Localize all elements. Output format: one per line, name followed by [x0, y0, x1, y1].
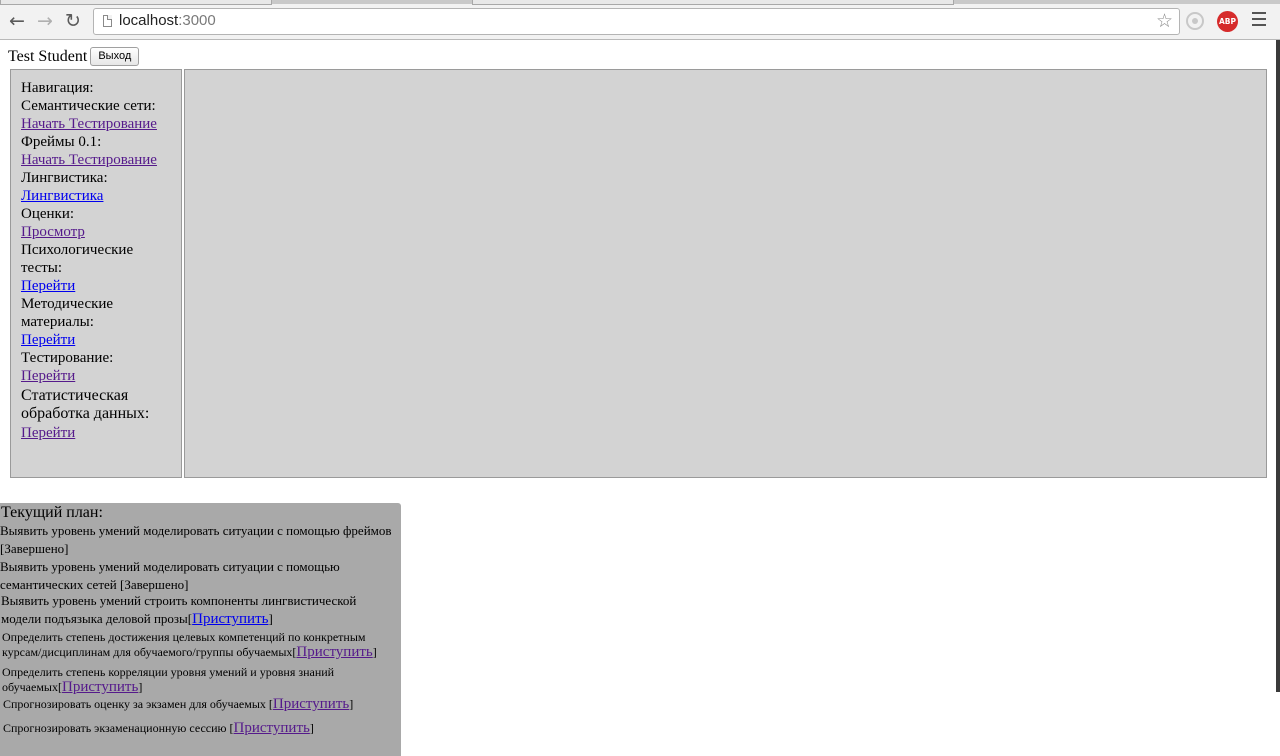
start-button[interactable]: Приступить — [62, 679, 138, 695]
methodical-materials-link[interactable]: Перейти — [21, 331, 171, 349]
logout-button[interactable]: Выход — [90, 47, 140, 66]
nav-section-label: Психологические тесты: — [21, 242, 134, 276]
start-button[interactable]: Приступить — [273, 696, 349, 712]
user-name: Test Student — [8, 47, 88, 65]
nav-section-label: Семантические сети: — [21, 98, 156, 114]
nav-section-label: Лингвистика: — [21, 170, 108, 186]
plan-item: Определить степень корреляции уровня уме… — [2, 665, 335, 695]
adblock-icon[interactable]: ABP — [1217, 11, 1238, 32]
testing-link[interactable]: Перейти — [21, 367, 171, 385]
plan-item: Выявить уровень умений моделировать ситу… — [0, 523, 392, 556]
address-bar[interactable]: localhost:3000 ☆ — [93, 8, 1180, 35]
user-bar: Test Student Выход — [8, 47, 140, 66]
forward-icon[interactable]: → — [32, 8, 58, 34]
reload-icon[interactable]: ↻ — [60, 8, 86, 34]
plan-item: Выявить уровень умений строить компонент… — [1, 593, 357, 627]
nav-section-label: Оценки: — [21, 206, 75, 222]
bookmark-star-icon[interactable]: ☆ — [1156, 10, 1173, 32]
plan-item: Выявить уровень умений моделировать ситу… — [0, 559, 340, 592]
start-button[interactable]: Приступить — [234, 720, 310, 736]
plan-item: Определить степень достижения целевых ко… — [2, 630, 377, 660]
grades-view-link[interactable]: Просмотр — [21, 223, 171, 241]
browser-tab[interactable] — [472, 0, 954, 5]
semantic-nets-start-link[interactable]: Начать Тестирование — [21, 115, 171, 133]
nav-section-label: Статистическая обработка данных: — [21, 387, 150, 422]
extension-icon[interactable] — [1186, 12, 1204, 30]
plan-title: Текущий план: — [1, 504, 103, 521]
start-button[interactable]: Приступить — [296, 644, 372, 660]
nav-title: Навигация: — [21, 80, 94, 96]
plan-item: Спрогнозировать экзаменационную сессию [… — [3, 720, 314, 736]
nav-section-label: Тестирование: — [21, 350, 114, 366]
tab-strip — [0, 0, 1280, 5]
frames-start-link[interactable]: Начать Тестирование — [21, 151, 171, 169]
psych-tests-link[interactable]: Перейти — [21, 277, 171, 295]
browser-tab[interactable] — [0, 0, 272, 5]
start-button[interactable]: Приступить — [192, 611, 268, 627]
navigation-sidebar: Навигация: Семантические сети: Начать Те… — [10, 69, 182, 478]
menu-icon[interactable] — [1252, 12, 1266, 28]
browser-toolbar: ← → ↻ localhost:3000 ☆ ABP — [0, 0, 1280, 40]
main-content-area — [184, 69, 1267, 478]
plan-item: Спрогнозировать оценку за экзамен для об… — [3, 696, 354, 712]
back-icon[interactable]: ← — [4, 8, 30, 34]
window-edge — [1276, 40, 1280, 692]
nav-section-label: Фреймы 0.1: — [21, 134, 102, 150]
nav-section-label: Методические материалы: — [21, 296, 114, 330]
current-plan-panel: Текущий план: Выявить уровень умений мод… — [0, 503, 401, 756]
url-text[interactable]: localhost:3000 — [119, 12, 216, 29]
page-icon — [103, 15, 112, 27]
linguistics-link[interactable]: Лингвистика — [21, 187, 171, 205]
statistics-link[interactable]: Перейти — [21, 424, 171, 442]
